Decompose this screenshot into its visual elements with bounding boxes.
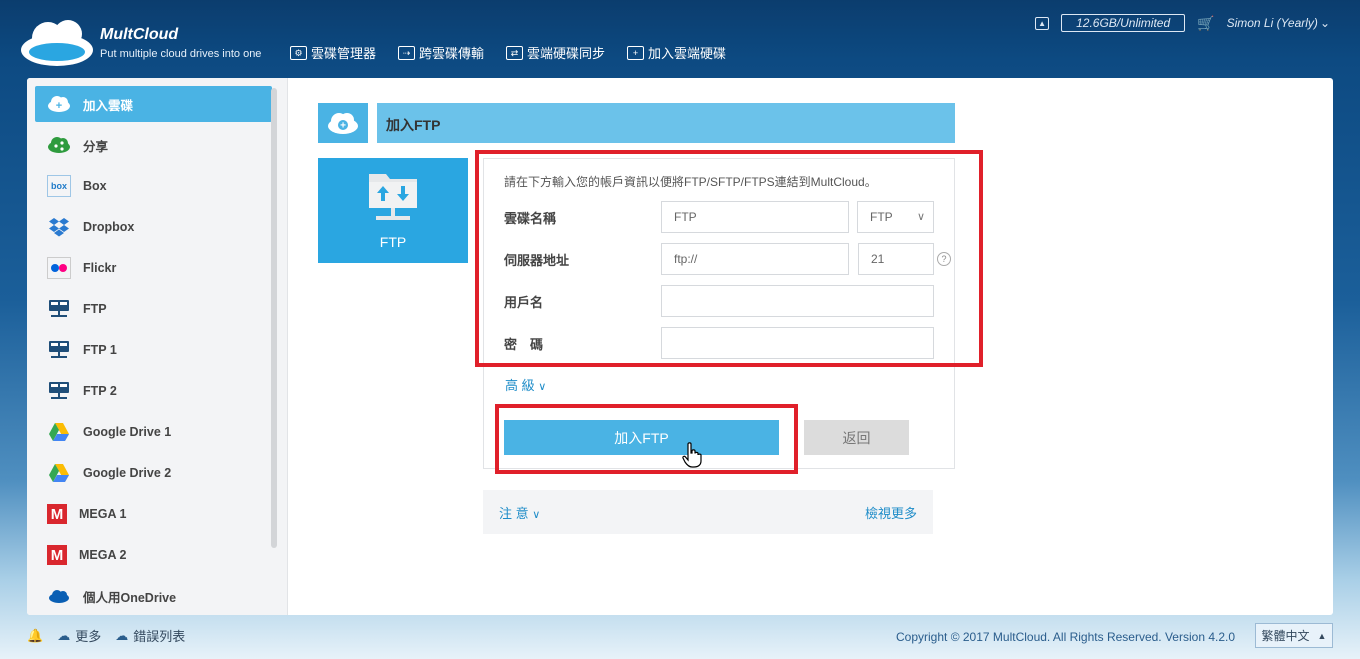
sidebar-item-label: FTP 1 bbox=[83, 343, 117, 357]
footer-more[interactable]: ☁ 更多 bbox=[57, 626, 101, 645]
google-drive-icon bbox=[47, 462, 71, 484]
mega-icon: M bbox=[47, 545, 67, 565]
sidebar-item-label: Google Drive 2 bbox=[83, 466, 172, 480]
nav-label: 雲端硬碟同步 bbox=[527, 46, 606, 61]
sidebar-item-label: 個人用OneDrive bbox=[83, 590, 177, 605]
cart-icon[interactable]: 🛒 bbox=[1197, 15, 1214, 32]
mega-icon: M bbox=[47, 504, 67, 524]
ftp-folder-icon bbox=[369, 174, 417, 220]
share-icon bbox=[47, 134, 71, 156]
add-cloud-icon: + bbox=[47, 93, 71, 115]
sidebar-scrollbar[interactable] bbox=[271, 88, 277, 548]
sidebar-item-box[interactable]: box Box bbox=[35, 168, 272, 204]
user-menu[interactable]: Simon Li (Yearly) bbox=[1227, 16, 1318, 30]
add-cloud-icon: + bbox=[627, 45, 645, 60]
bell-icon[interactable]: 🔔 bbox=[27, 628, 43, 644]
sidebar-divider bbox=[287, 78, 288, 615]
box-icon: box bbox=[47, 175, 71, 197]
sidebar-item-label: MEGA 2 bbox=[79, 548, 127, 562]
sidebar-item-dropbox[interactable]: Dropbox bbox=[35, 209, 272, 245]
footer-links: 🔔 ☁ 更多 ☁ 錯誤列表 bbox=[27, 626, 185, 645]
nav-cloud-transfer[interactable]: ⇢ 跨雲碟傳輸 bbox=[398, 43, 484, 62]
footer-more-label: 更多 bbox=[75, 629, 102, 644]
sidebar-item-ftp-2[interactable]: FTP 2 bbox=[35, 373, 272, 409]
footer-error-list[interactable]: ☁ 錯誤列表 bbox=[115, 626, 185, 645]
dropbox-icon bbox=[47, 216, 71, 238]
page-title-bar: + 加入FTP bbox=[318, 103, 955, 143]
nav-label: 跨雲碟傳輸 bbox=[419, 46, 485, 61]
nav-label: 雲碟管理器 bbox=[311, 46, 377, 61]
sidebar-item-label: FTP bbox=[83, 302, 107, 316]
caret-up-icon: ▲ bbox=[1317, 630, 1327, 641]
sidebar-item-label: 加入雲碟 bbox=[83, 98, 134, 113]
sidebar-item-onedrive[interactable]: 個人用OneDrive bbox=[35, 578, 272, 614]
ftp-icon bbox=[47, 380, 71, 402]
onedrive-icon bbox=[47, 585, 71, 607]
quota-badge[interactable]: 12.6GB/Unlimited bbox=[1061, 14, 1186, 32]
svg-text:+: + bbox=[56, 100, 62, 112]
header: MultCloud Put multiple cloud drives into… bbox=[0, 0, 1360, 78]
brand-tagline: Put multiple cloud drives into one bbox=[100, 48, 262, 60]
cloud-icon: ☁ bbox=[57, 627, 71, 643]
title-spacer bbox=[368, 103, 377, 143]
flickr-icon bbox=[47, 257, 71, 279]
ftp-service-tile[interactable]: FTP bbox=[318, 158, 468, 263]
sidebar-item-label: Google Drive 1 bbox=[83, 425, 172, 439]
cloud-list-icon: ☁ bbox=[115, 627, 129, 643]
cloud-add-icon: + bbox=[318, 103, 368, 143]
sidebar-item-ftp-1[interactable]: FTP 1 bbox=[35, 332, 272, 368]
sidebar-item-mega-2[interactable]: M MEGA 2 bbox=[35, 537, 272, 573]
sidebar: + 加入雲碟 分享 box Box Dropbox Flickr FTP FTP… bbox=[27, 78, 287, 615]
page-title: 加入FTP bbox=[386, 117, 441, 133]
footer-errors-label: 錯誤列表 bbox=[133, 629, 186, 644]
sidebar-item-google-drive-1[interactable]: Google Drive 1 bbox=[35, 414, 272, 450]
ftp-icon bbox=[47, 298, 71, 320]
chevron-down-icon: ∨ bbox=[532, 509, 541, 521]
sync-icon: ⇄ bbox=[506, 45, 524, 60]
top-nav: ⚙ 雲碟管理器 ⇢ 跨雲碟傳輸 ⇄ 雲端硬碟同步 + 加入雲端硬碟 bbox=[290, 43, 726, 62]
sidebar-item-label: Box bbox=[83, 179, 107, 193]
back-button[interactable]: 返回 bbox=[804, 420, 909, 455]
chevron-down-icon[interactable]: ⌄ bbox=[1320, 16, 1330, 30]
sidebar-item-share[interactable]: 分享 bbox=[35, 127, 272, 163]
sidebar-item-flickr[interactable]: Flickr bbox=[35, 250, 272, 286]
ftp-tile-label: FTP bbox=[379, 234, 407, 250]
sidebar-item-label: 分享 bbox=[83, 139, 109, 154]
sidebar-item-label: FTP 2 bbox=[83, 384, 117, 398]
sidebar-item-add-cloud[interactable]: + 加入雲碟 bbox=[35, 86, 272, 122]
svg-text:+: + bbox=[340, 121, 346, 132]
multcloud-logo-icon[interactable] bbox=[18, 14, 96, 68]
sidebar-item-label: Flickr bbox=[83, 261, 117, 275]
google-drive-icon bbox=[47, 421, 71, 443]
sidebar-item-mega-1[interactable]: M MEGA 1 bbox=[35, 496, 272, 532]
main-card: + 加入雲碟 分享 box Box Dropbox Flickr FTP FTP… bbox=[27, 78, 1333, 615]
highlight-box-button bbox=[495, 404, 798, 474]
nav-label: 加入雲端硬碟 bbox=[648, 46, 727, 61]
notes-label: 注 意 bbox=[499, 506, 529, 521]
advanced-toggle[interactable]: 高 級 ∨ bbox=[505, 375, 546, 394]
copyright: Copyright © 2017 MultCloud. All Rights R… bbox=[896, 630, 1236, 644]
hand-cursor-icon bbox=[682, 442, 702, 468]
chart-icon[interactable]: ▲ bbox=[1035, 16, 1050, 30]
advanced-label: 高 級 bbox=[505, 378, 535, 393]
language-select[interactable]: 繁體中文 ▲ bbox=[1255, 623, 1333, 648]
nav-cloud-manager[interactable]: ⚙ 雲碟管理器 bbox=[290, 43, 376, 62]
ftp-icon bbox=[47, 339, 71, 361]
language-label: 繁體中文 bbox=[1261, 629, 1310, 643]
highlight-box-form bbox=[475, 150, 983, 367]
account-bar: ▲ 12.6GB/Unlimited 🛒 Simon Li (Yearly) ⌄ bbox=[1035, 14, 1330, 32]
transfer-icon: ⇢ bbox=[398, 45, 416, 60]
notes-panel: 注 意 ∨ 檢視更多 bbox=[483, 490, 933, 534]
nav-cloud-sync[interactable]: ⇄ 雲端硬碟同步 bbox=[506, 43, 605, 62]
sidebar-item-google-drive-2[interactable]: Google Drive 2 bbox=[35, 455, 272, 491]
brand-name[interactable]: MultCloud bbox=[100, 26, 178, 44]
view-more-link[interactable]: 檢視更多 bbox=[865, 503, 917, 522]
sidebar-item-ftp[interactable]: FTP bbox=[35, 291, 272, 327]
sidebar-item-label: MEGA 1 bbox=[79, 507, 127, 521]
nav-add-cloud[interactable]: + 加入雲端硬碟 bbox=[627, 43, 726, 62]
notes-toggle[interactable]: 注 意 ∨ bbox=[499, 503, 540, 522]
cloud-manager-icon: ⚙ bbox=[290, 45, 307, 60]
sidebar-item-label: Dropbox bbox=[83, 220, 135, 234]
chevron-down-icon: ∨ bbox=[538, 381, 547, 393]
